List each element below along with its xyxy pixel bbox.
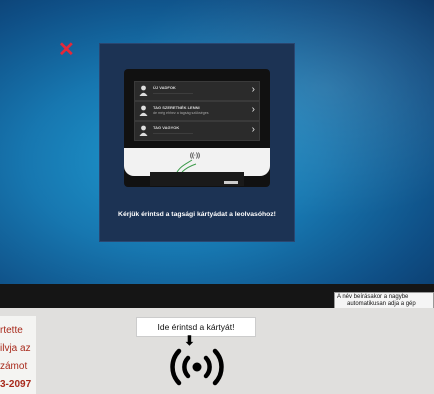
card-brand-logo	[224, 181, 238, 184]
menu-item-title: TAG VAGYOK	[153, 125, 180, 130]
person-icon	[139, 85, 148, 96]
menu-item-join[interactable]: TAG SZERETNÉK LENNI de még ehhez a tagsá…	[134, 101, 260, 121]
chevron-right-icon: ›	[251, 124, 255, 135]
chevron-right-icon: ›	[251, 104, 255, 115]
notice-line: A név beírásakor a nagybe	[337, 294, 409, 300]
person-icon	[139, 125, 148, 136]
card-illustration	[150, 172, 244, 186]
menu-item-title: ÚJ VADFOK	[153, 85, 176, 90]
tap-card-label: Ide érintsd a kártyát!	[136, 317, 256, 337]
menu-item-desc: ........................................	[153, 91, 193, 95]
info-line: rtette	[0, 325, 23, 336]
chevron-right-icon: ›	[251, 84, 255, 95]
menu-item-title: TAG SZERETNÉK LENNI	[153, 105, 200, 110]
close-icon[interactable]: ✕	[58, 40, 75, 60]
menu-item-new[interactable]: ÚJ VADFOK ..............................…	[134, 81, 260, 101]
nfc-reader-icon[interactable]	[164, 347, 230, 387]
menu-item-member[interactable]: TAG VAGYOK .............................…	[134, 121, 260, 141]
menu-item-desc: ........................................	[153, 131, 193, 135]
menu-item-desc: de még ehhez a tagság szükséges	[153, 111, 209, 115]
arrow-down-icon: ⬇	[184, 333, 195, 348]
info-line: ilvja az	[0, 343, 31, 354]
info-phone: 3-2097	[0, 379, 32, 390]
info-line: zámot	[0, 361, 28, 372]
tap-card-prompt: Kérjük érintsd a tagsági kártyádat a leo…	[118, 211, 276, 218]
notice-line: automatikusan adja a gép	[347, 301, 416, 307]
info-sticker-text: rtette ilvja az zámot 3-2097	[0, 322, 36, 394]
person-icon	[139, 105, 148, 116]
